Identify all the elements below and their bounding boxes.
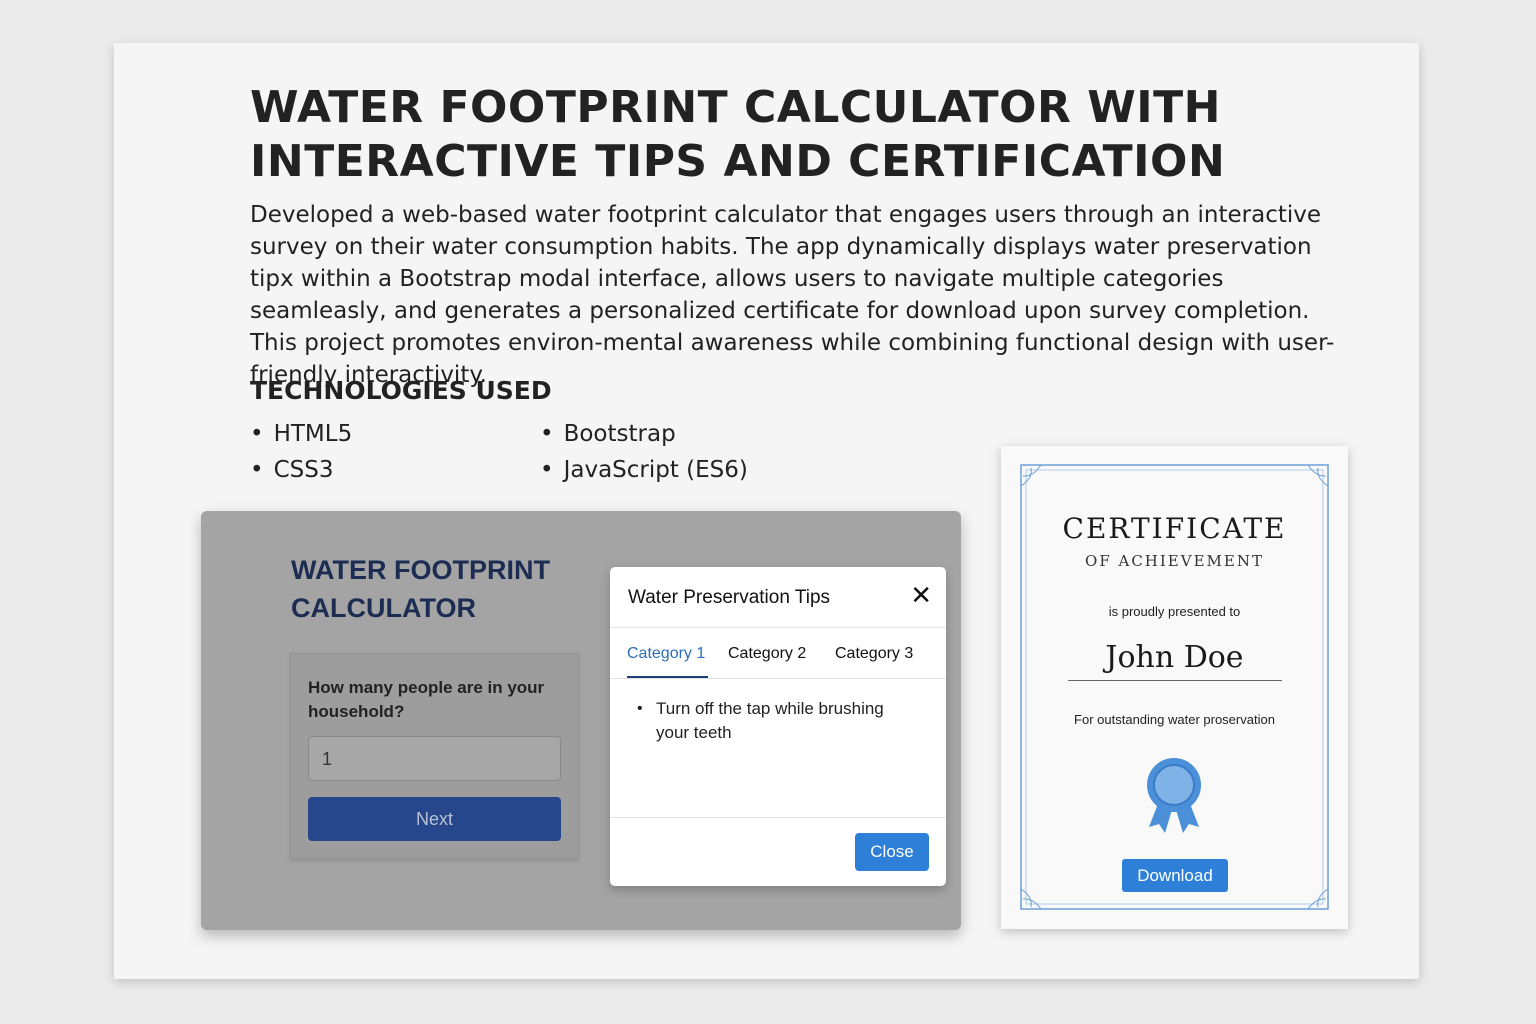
tip-list: • Turn off the tap while brushing your t…: [637, 697, 916, 745]
modal-header: Water Preservation Tips ✕: [610, 567, 946, 628]
project-page: WATER FOOTPRINT CALCULATOR WITH INTERACT…: [114, 43, 1419, 979]
calculator-app-screenshot: WATER FOOTPRINT CALCULATOR How many peop…: [201, 511, 961, 930]
tech-item-bootstrap: Bootstrap: [540, 421, 830, 447]
certificate-subtitle: OF ACHIEVEMENT: [1085, 552, 1264, 570]
app-title: WATER FOOTPRINT CALCULATOR: [291, 555, 550, 623]
technologies-heading: TECHNOLOGIES USED: [250, 376, 552, 405]
tab-category-2[interactable]: Category 2: [728, 645, 806, 663]
survey-card: How many people are in your household? 1…: [290, 653, 579, 859]
survey-question: How many people are in your household?: [308, 678, 545, 721]
list-item: • Turn off the tap while brushing your t…: [637, 697, 916, 745]
tab-category-1[interactable]: Category 1: [627, 645, 705, 663]
certificate: CERTIFICATE OF ACHIEVEMENT is proudly pr…: [1001, 446, 1348, 929]
active-tab-indicator: [627, 676, 708, 678]
certificate-reason: For outstanding water proservation: [1074, 712, 1275, 727]
tips-modal: Water Preservation Tips ✕ Category 1 Cat…: [610, 567, 946, 886]
name-underline: [1068, 680, 1282, 681]
household-size-input[interactable]: 1: [308, 736, 561, 781]
close-icon[interactable]: ✕: [910, 582, 932, 608]
modal-title: Water Preservation Tips: [628, 587, 831, 608]
category-tabs: Category 1 Category 2 Category 3: [610, 628, 946, 679]
next-button[interactable]: Next: [308, 797, 561, 841]
close-button[interactable]: Close: [855, 833, 929, 871]
award-ribbon-icon: [1147, 758, 1201, 833]
tab-category-3[interactable]: Category 3: [835, 645, 913, 663]
recipient-name: John Doe: [1105, 640, 1244, 675]
tip-text: Turn off the tap while brushing your tee…: [656, 699, 884, 742]
download-button[interactable]: Download: [1122, 859, 1228, 892]
tech-item-javascript: JavaScript (ES6): [540, 457, 830, 483]
certificate-presented-text: is proudly presented to: [1108, 604, 1241, 619]
tech-item-css3: CSS3: [250, 457, 540, 483]
project-description: Developed a web-based water footprint ca…: [250, 202, 1335, 388]
page-title: WATER FOOTPRINT CALCULATOR WITH INTERACT…: [250, 82, 1226, 187]
tech-item-html5: HTML5: [250, 421, 540, 447]
bullet-icon: •: [637, 700, 643, 717]
certificate-title: CERTIFICATE: [1062, 512, 1287, 545]
modal-footer-divider: [610, 817, 946, 818]
technologies-list: HTML5 Bootstrap CSS3 JavaScript (ES6): [250, 421, 850, 483]
